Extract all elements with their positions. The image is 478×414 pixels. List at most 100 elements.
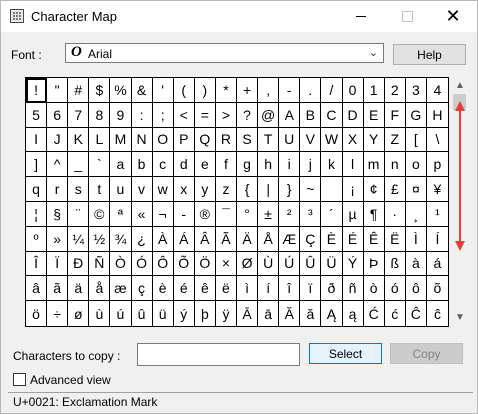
character-cell[interactable]: ¢ xyxy=(363,177,385,202)
character-cell[interactable]: l xyxy=(342,152,364,178)
character-cell[interactable]: º xyxy=(26,226,48,252)
copy-button[interactable]: Copy xyxy=(390,343,463,364)
character-cell[interactable]: ¯ xyxy=(215,201,237,227)
scroll-down-arrow-icon[interactable]: ▼ xyxy=(455,312,465,323)
character-cell[interactable]: U xyxy=(279,127,301,153)
character-cell[interactable]: r xyxy=(47,177,69,202)
character-cell[interactable]: T xyxy=(258,127,280,153)
character-cell[interactable]: H xyxy=(426,103,448,128)
character-cell[interactable]: Á xyxy=(173,226,195,252)
character-cell[interactable]: f xyxy=(215,152,237,178)
character-cell[interactable]: ß xyxy=(384,251,406,277)
character-cell[interactable]: ÿ xyxy=(216,301,237,326)
character-cell[interactable]: a xyxy=(110,152,132,178)
character-cell[interactable]: _ xyxy=(68,152,90,178)
character-cell[interactable]: À xyxy=(152,226,174,252)
character-cell[interactable]: Õ xyxy=(173,251,195,277)
character-cell[interactable]: - xyxy=(279,78,301,103)
character-cell[interactable]: P xyxy=(173,127,195,153)
character-cell[interactable]: Ô xyxy=(152,251,174,277)
character-cell[interactable]: Ì xyxy=(405,226,427,252)
character-cell[interactable]: Ñ xyxy=(89,251,111,277)
maximize-button[interactable] xyxy=(384,1,430,32)
character-cell[interactable]: » xyxy=(47,226,69,252)
character-cell[interactable]: Í xyxy=(426,227,448,252)
character-cell[interactable]: } xyxy=(279,177,301,202)
character-cell[interactable]: â xyxy=(26,276,48,302)
character-cell[interactable]: u xyxy=(110,177,132,202)
character-cell[interactable]: Ò xyxy=(110,251,132,277)
character-cell[interactable]: Ā xyxy=(237,301,259,326)
character-cell[interactable]: Â xyxy=(194,226,216,252)
character-cell[interactable]: " xyxy=(47,78,69,103)
character-cell[interactable]: % xyxy=(110,78,132,103)
character-cell[interactable]: Ć xyxy=(364,301,385,326)
character-cell[interactable]: $ xyxy=(89,78,111,103)
character-cell[interactable]: ê xyxy=(194,276,216,302)
advanced-view-label[interactable]: Advanced view xyxy=(30,373,111,387)
character-cell[interactable]: t xyxy=(89,177,111,202)
character-cell[interactable]: ć xyxy=(385,301,406,326)
character-cell[interactable]: C xyxy=(321,102,343,128)
character-cell[interactable]: È xyxy=(321,226,343,252)
character-cell[interactable]: ð xyxy=(321,276,343,302)
character-cell[interactable]: ā xyxy=(258,301,280,326)
character-cell[interactable]: ® xyxy=(194,201,216,227)
character-cell[interactable]: / xyxy=(321,78,343,103)
characters-to-copy-input[interactable] xyxy=(137,343,300,366)
character-cell[interactable]: £ xyxy=(384,177,406,202)
character-cell[interactable]: Û xyxy=(300,251,322,277)
character-cell[interactable]: ą xyxy=(343,301,364,326)
character-cell[interactable]: 8 xyxy=(89,102,111,128)
character-cell[interactable]: , xyxy=(258,78,280,103)
character-cell[interactable]: m xyxy=(363,152,385,178)
character-cell[interactable]: B xyxy=(300,102,322,128)
character-cell[interactable]: - xyxy=(173,201,195,227)
character-cell[interactable]: S xyxy=(237,127,259,153)
character-grid[interactable]: ! " # $% & '() * +, -./0 1 2 3 4 5 6 7 8 9:; < = >? @ A B C D E F G H… xyxy=(25,77,449,327)
character-cell[interactable]: ² xyxy=(279,201,301,227)
character-cell[interactable]: µ xyxy=(342,201,364,227)
character-cell[interactable]: ` xyxy=(89,152,111,178)
character-cell[interactable]: ) xyxy=(194,78,216,103)
character-cell[interactable]: Å xyxy=(258,226,280,252)
character-cell[interactable]: [ xyxy=(405,127,427,153)
character-cell[interactable]: p xyxy=(426,152,448,178)
character-cell[interactable]: \ xyxy=(426,128,448,153)
close-button[interactable]: ✕ xyxy=(430,1,476,32)
character-cell[interactable]: á xyxy=(426,252,448,277)
character-cell[interactable]: K xyxy=(68,127,90,153)
character-cell[interactable]: ± xyxy=(258,201,280,227)
character-cell[interactable]: + xyxy=(237,78,259,103)
character-cell[interactable]: å xyxy=(89,276,111,302)
character-cell[interactable]: A xyxy=(279,102,301,128)
character-cell[interactable]: Ä xyxy=(237,226,259,252)
character-cell[interactable]: ä xyxy=(68,276,90,302)
character-cell[interactable]: ¾ xyxy=(110,226,132,252)
character-cell[interactable]: í xyxy=(258,276,280,302)
help-button[interactable]: Help xyxy=(393,44,466,65)
character-cell[interactable]: ; xyxy=(152,102,174,128)
character-cell[interactable]: e xyxy=(194,152,216,178)
character-cell[interactable]: Ë xyxy=(384,226,406,252)
character-cell[interactable]: ă xyxy=(300,301,322,326)
character-cell[interactable]: · xyxy=(384,201,406,227)
character-cell[interactable]: ë xyxy=(215,276,237,302)
character-cell[interactable]: Ú xyxy=(279,251,301,277)
character-cell[interactable]: < xyxy=(173,102,195,128)
character-cell[interactable]: ü xyxy=(153,301,174,326)
font-dropdown[interactable]: O Arial ⌄ xyxy=(65,43,384,63)
character-cell[interactable]: k xyxy=(321,152,343,178)
character-cell[interactable]: = xyxy=(194,102,216,128)
character-cell[interactable]: ¸ xyxy=(405,201,427,227)
advanced-view-checkbox[interactable] xyxy=(13,373,26,386)
character-cell[interactable]: Q xyxy=(194,127,216,153)
character-cell[interactable]: 2 xyxy=(384,78,406,103)
character-cell[interactable]: ~ xyxy=(300,177,322,202)
character-cell[interactable]: V xyxy=(300,127,322,153)
character-cell[interactable]: Ă xyxy=(279,301,301,326)
character-cell[interactable]: ù xyxy=(89,301,111,326)
character-cell[interactable]: ª xyxy=(110,201,132,227)
character-cell[interactable]: Ã xyxy=(215,226,237,252)
character-cell[interactable]: Æ xyxy=(279,226,301,252)
